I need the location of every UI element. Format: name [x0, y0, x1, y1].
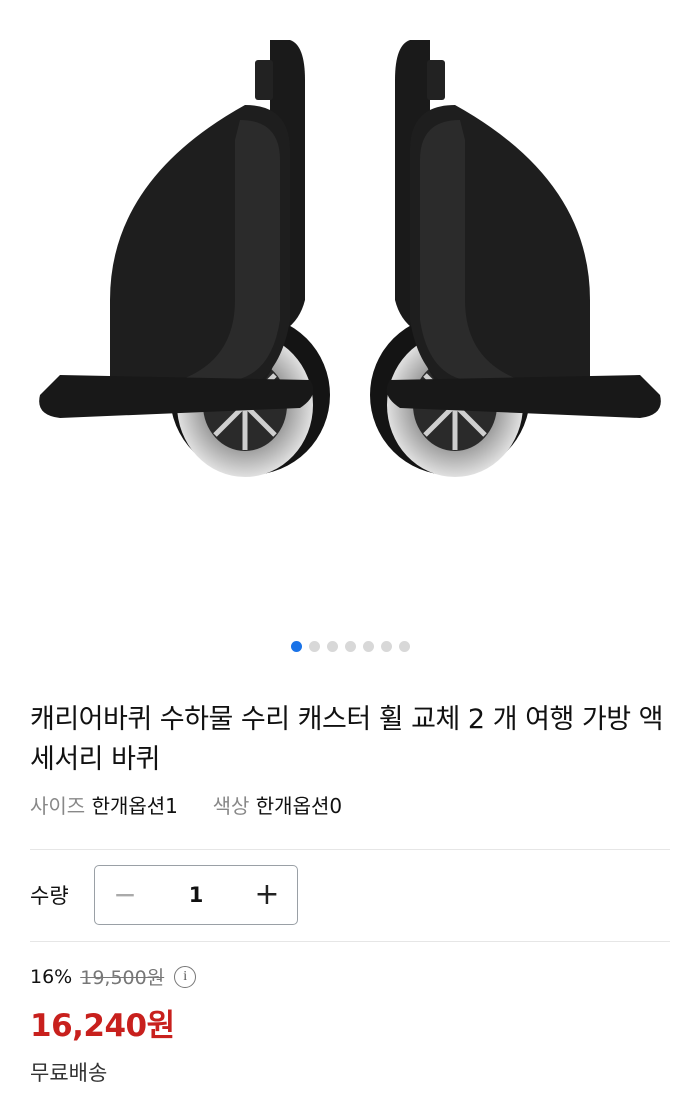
minus-icon[interactable]: −	[109, 880, 141, 910]
gallery-dot-6[interactable]	[380, 641, 392, 652]
gallery-dot-4[interactable]	[344, 641, 356, 652]
product-image-gallery[interactable]	[0, 0, 700, 670]
gallery-dot-1[interactable]	[290, 641, 302, 652]
product-info: 캐리어바퀴 수하물 수리 캐스터 휠 교체 2 개 여행 가방 액세서리 바퀴 …	[30, 700, 670, 819]
discount-row: 16% 19,500원 i	[30, 963, 197, 990]
gallery-dot-2[interactable]	[308, 641, 320, 652]
shipping-info: 무료배송	[30, 1061, 108, 1085]
quantity-stepper[interactable]: − 1 +	[94, 865, 298, 925]
product-title: 캐리어바퀴 수하물 수리 캐스터 휠 교체 2 개 여행 가방 액세서리 바퀴	[30, 704, 663, 775]
product-image	[39, 40, 661, 477]
original-price: 19,500원	[80, 967, 165, 989]
quantity-value[interactable]: 1	[189, 883, 204, 907]
divider	[30, 941, 670, 942]
sale-price: 16,240원	[30, 1008, 175, 1044]
gallery-pagination	[0, 641, 700, 652]
quantity-label: 수량	[30, 884, 69, 908]
color-option-label: 색상	[212, 794, 250, 818]
color-option-value: 한개옵션0	[255, 794, 343, 818]
quantity-row: 수량 − 1 +	[30, 865, 298, 925]
product-options: 사이즈 한개옵션1 색상 한개옵션0	[30, 790, 670, 819]
size-option-label: 사이즈	[30, 794, 86, 818]
info-icon[interactable]: i	[174, 965, 197, 988]
divider	[30, 849, 670, 850]
gallery-dot-5[interactable]	[362, 641, 374, 652]
plus-icon[interactable]: +	[251, 880, 283, 910]
size-option-value: 한개옵션1	[91, 794, 178, 818]
discount-percent: 16%	[30, 965, 73, 988]
gallery-dot-7[interactable]	[398, 641, 410, 652]
price-block: 16% 19,500원 i 16,240원 무료배송	[30, 963, 197, 1087]
gallery-dot-3[interactable]	[326, 641, 338, 652]
